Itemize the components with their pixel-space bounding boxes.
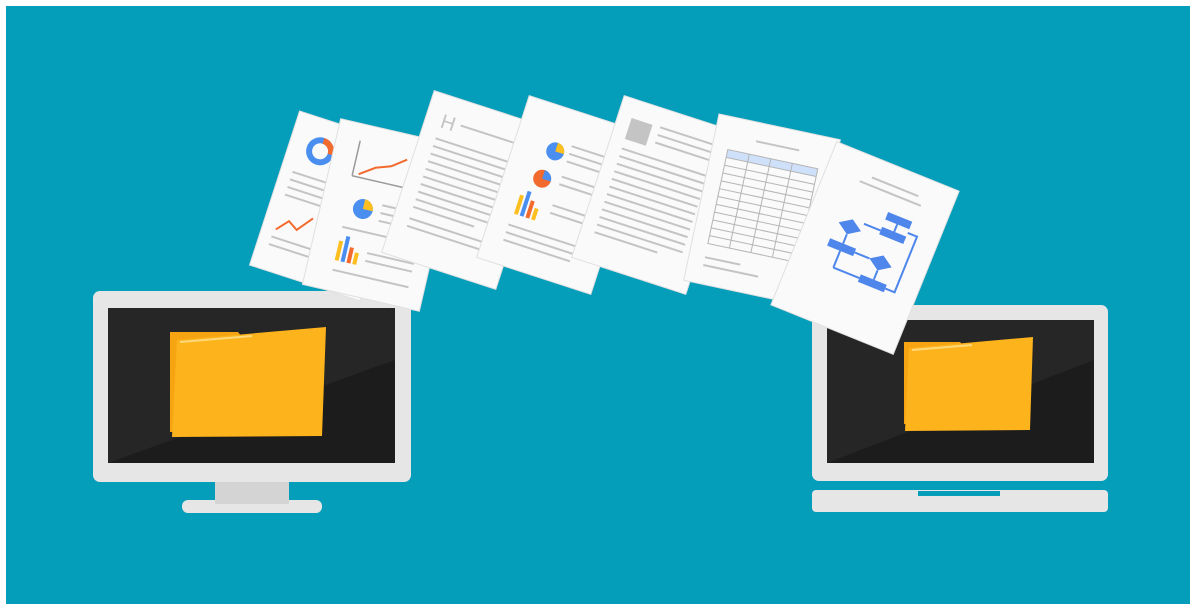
folder-icon [170, 327, 326, 437]
file-transfer-illustration: H [0, 0, 1194, 610]
monitor-stand-neck [215, 480, 289, 504]
desktop-monitor [93, 291, 411, 513]
laptop-touchpad-notch [918, 491, 1000, 496]
folder-icon [904, 337, 1033, 431]
